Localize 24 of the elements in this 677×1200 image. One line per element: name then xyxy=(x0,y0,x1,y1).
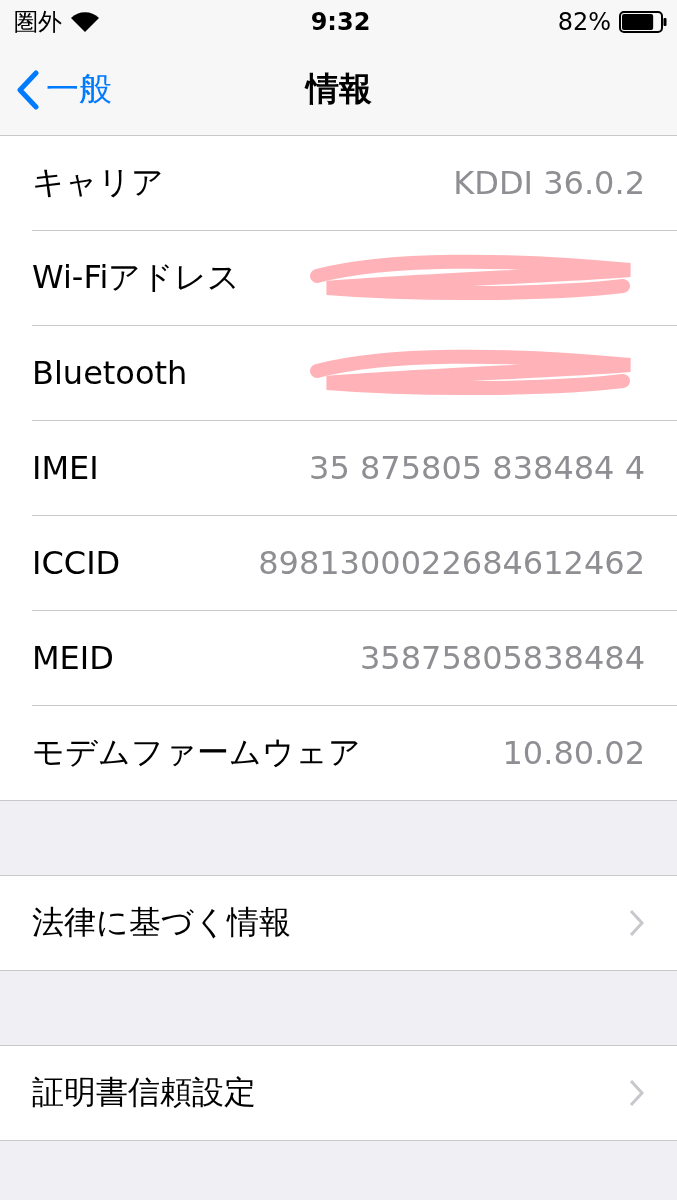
battery-text: 82% xyxy=(557,8,611,36)
row-value: 35875805838484 xyxy=(359,639,645,677)
row-value: KDDI 36.0.2 xyxy=(453,164,645,202)
back-chevron-icon xyxy=(16,69,40,110)
row-label: Bluetooth xyxy=(32,354,188,392)
row-value: 35 875805 838484 4 xyxy=(309,449,645,487)
row-label: IMEI xyxy=(32,449,99,487)
row-label[interactable]: 法律に基づく情報 xyxy=(32,901,291,945)
row-label: MEID xyxy=(32,639,114,677)
page-title: 情報 xyxy=(305,68,372,110)
back-button[interactable]: 一般 xyxy=(0,66,118,113)
clock-text: 9:32 xyxy=(310,8,371,36)
battery-icon xyxy=(619,11,667,33)
row-value: 8981300022684612462 xyxy=(258,544,645,582)
row-label: キャリア xyxy=(32,162,164,203)
chevron-icon xyxy=(629,1079,645,1107)
row-label: ICCID xyxy=(32,544,121,582)
row-label[interactable]: 証明書信頼設定 xyxy=(32,1071,256,1115)
wifi-icon xyxy=(70,11,100,33)
row-label: モデムファームウェア xyxy=(32,732,361,773)
row-value: 10.80.02 xyxy=(502,734,645,772)
carrier-text: 圏外 xyxy=(14,7,62,38)
row-label: Wi-Fiアドレス xyxy=(32,257,241,298)
chevron-icon xyxy=(629,909,645,937)
